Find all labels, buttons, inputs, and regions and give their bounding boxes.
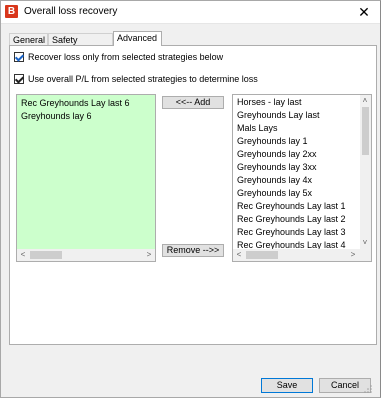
use-overall-pl-label: Use overall P/L from selected strategies…: [28, 74, 258, 84]
list-item[interactable]: Rec Greyhounds Lay last 1: [237, 201, 346, 211]
remove-button[interactable]: Remove -->>: [162, 244, 224, 257]
add-button[interactable]: <<-- Add: [162, 96, 224, 109]
chevron-up-icon[interactable]: ˄: [360, 96, 370, 106]
window-title: Overall loss recovery: [24, 6, 118, 17]
scroll-thumb[interactable]: [30, 251, 62, 259]
recover-selected-checkbox[interactable]: [14, 52, 24, 62]
list-item[interactable]: Greyhounds lay 1: [237, 136, 308, 146]
app-icon: B: [5, 5, 18, 18]
selected-strategies-list[interactable]: Rec Greyhounds Lay last 6 Greyhounds lay…: [16, 94, 156, 262]
save-button[interactable]: Save: [261, 378, 313, 393]
chevron-left-icon[interactable]: <: [234, 250, 244, 260]
available-strategies-list[interactable]: Horses - lay last Greyhounds Lay last Ma…: [232, 94, 372, 262]
advanced-panel: Recover loss only from selected strategi…: [9, 45, 377, 345]
recover-selected-option[interactable]: Recover loss only from selected strategi…: [14, 51, 223, 63]
tab-advanced[interactable]: Advanced: [113, 31, 162, 46]
dialog-window: B Overall loss recovery ✕ General Safety…: [0, 0, 381, 398]
scroll-thumb[interactable]: [362, 107, 369, 155]
title-bar: B Overall loss recovery ✕: [1, 1, 380, 24]
tab-safety-settings[interactable]: Safety settings: [48, 33, 113, 57]
list-item[interactable]: Rec Greyhounds Lay last 3: [237, 227, 346, 237]
list-item[interactable]: Rec Greyhounds Lay last 2: [237, 214, 346, 224]
list-item[interactable]: Mals Lays: [237, 123, 278, 133]
use-overall-pl-checkbox[interactable]: [14, 74, 24, 84]
use-overall-pl-option[interactable]: Use overall P/L from selected strategies…: [14, 73, 258, 85]
chevron-right-icon[interactable]: >: [144, 250, 154, 260]
list-item[interactable]: Greyhounds Lay last: [237, 110, 320, 120]
scroll-thumb[interactable]: [246, 251, 278, 259]
resize-grip-icon[interactable]: [364, 385, 372, 393]
list-item[interactable]: Greyhounds lay 3xx: [237, 162, 317, 172]
list-item[interactable]: Greyhounds lay 4x: [237, 175, 312, 185]
selected-list-hscrollbar[interactable]: < >: [17, 249, 155, 261]
available-list-hscrollbar[interactable]: < >: [233, 249, 371, 261]
list-item[interactable]: Horses - lay last: [237, 97, 302, 107]
list-item[interactable]: Greyhounds lay 5x: [237, 188, 312, 198]
recover-selected-label: Recover loss only from selected strategi…: [28, 52, 224, 62]
list-item[interactable]: Greyhounds lay 2xx: [237, 149, 317, 159]
close-icon[interactable]: ✕: [354, 2, 374, 22]
chevron-right-icon[interactable]: >: [348, 250, 358, 260]
list-item[interactable]: Greyhounds lay 6: [21, 111, 92, 121]
chevron-down-icon[interactable]: ˅: [360, 238, 370, 248]
chevron-left-icon[interactable]: <: [18, 250, 28, 260]
available-list-vscrollbar[interactable]: ˄ ˅: [360, 95, 371, 249]
tab-general[interactable]: General: [9, 33, 48, 45]
list-item[interactable]: Rec Greyhounds Lay last 6: [21, 98, 130, 108]
